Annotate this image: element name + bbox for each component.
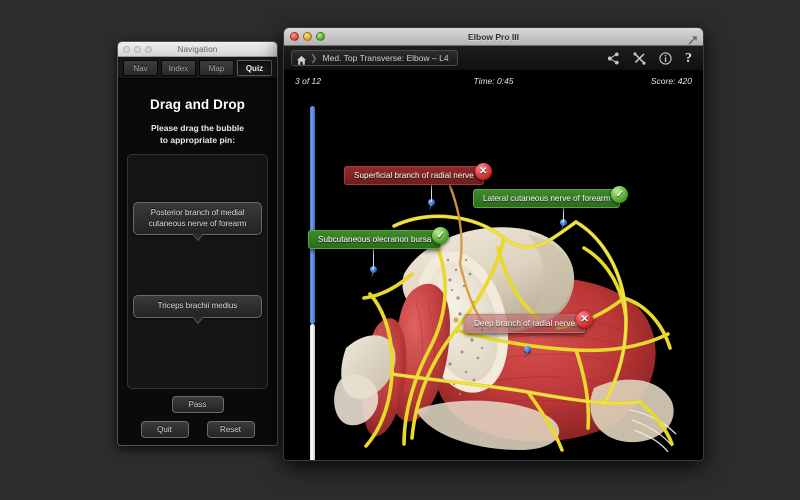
question-counter: 3 of 12 — [295, 76, 321, 86]
pin-marker-4[interactable] — [524, 346, 532, 357]
app-zoom-button[interactable] — [316, 32, 325, 41]
pin-marker-2[interactable] — [560, 219, 568, 230]
quiz-status-bar: 3 of 12 Time: 0:45 Score: 420 — [284, 71, 703, 92]
main-application-window: Elbow Pro III ❯ Med. Top Transverse: Elb… — [283, 27, 704, 461]
app-close-button[interactable] — [290, 32, 299, 41]
draggable-bubble-1[interactable]: Posterior branch of medial cutaneous ner… — [133, 202, 262, 240]
incorrect-badge: ✕ — [576, 311, 594, 328]
navigation-tab-bar: Nav Index Map Quiz — [118, 57, 277, 79]
anatomy-viewport[interactable]: Superficial branch of radial nerve ✕ Lat… — [284, 92, 703, 460]
tab-index[interactable]: Index — [161, 59, 196, 76]
nav-close-button[interactable] — [123, 46, 130, 53]
tools-icon[interactable] — [633, 52, 646, 65]
info-icon[interactable] — [659, 51, 672, 65]
quit-reset-row: Quit Reset — [118, 421, 277, 438]
quiz-heading: Drag and Drop — [149, 97, 246, 112]
answer-label-superficial-branch-radial-nerve[interactable]: Superficial branch of radial nerve ✕ — [344, 163, 492, 185]
breadcrumb-label: Med. Top Transverse: Elbow – L4 — [322, 53, 449, 63]
app-window-title: Elbow Pro III — [467, 31, 519, 42]
toolbar-icon-group: ? — [607, 51, 696, 65]
answer-label-subcutaneous-olecranon-bursa[interactable]: Subcutaneous olecranon bursa ✓ — [308, 227, 450, 249]
bubble-1-tail — [192, 234, 203, 240]
help-icon[interactable]: ? — [685, 51, 692, 65]
answer-label-text: Lateral cutaneous nerve of forearm — [483, 194, 611, 203]
bubble-2-line-1: Triceps brachii medius — [157, 301, 238, 310]
pass-row: Pass — [118, 394, 277, 413]
answer-label-text: Subcutaneous olecranon bursa — [318, 235, 432, 244]
quiz-footer: Pass Quit Reset — [118, 394, 277, 438]
navigation-traffic-lights[interactable] — [123, 46, 152, 53]
pass-button[interactable]: Pass — [171, 396, 224, 413]
app-titlebar[interactable]: Elbow Pro III — [284, 28, 703, 46]
desktop-background: Navigation Nav Index Map Quiz Drag and D… — [0, 0, 800, 500]
quiz-prompt-line-1: Please drag the bubble — [150, 123, 245, 133]
leader-line-1 — [431, 182, 432, 202]
bubble-2-tail — [192, 316, 203, 323]
pin-marker-1[interactable] — [428, 199, 436, 210]
answer-label-text: Superficial branch of radial nerve — [354, 171, 474, 180]
depth-slider[interactable] — [310, 106, 315, 460]
navigation-titlebar[interactable]: Navigation — [118, 42, 277, 57]
draggable-bubble-2[interactable]: Triceps brachii medius — [133, 295, 262, 323]
timer-label: Time: 0:45 — [473, 76, 514, 86]
score-label: Score: 420 — [650, 76, 692, 86]
leader-line-3 — [373, 248, 374, 270]
quit-button[interactable]: Quit — [140, 421, 189, 438]
depth-slider-filled — [310, 106, 315, 324]
incorrect-badge: ✕ — [474, 163, 492, 180]
depth-slider-empty — [310, 324, 315, 460]
answer-label-lateral-cutaneous-nerve-forearm[interactable]: Lateral cutaneous nerve of forearm ✓ — [473, 186, 629, 208]
app-minimize-button[interactable] — [303, 32, 312, 41]
nav-minimize-button[interactable] — [134, 46, 141, 53]
answer-label-text: Deep branch of radial nerve — [474, 319, 576, 328]
breadcrumb-separator: ❯ — [310, 52, 318, 63]
share-icon[interactable] — [607, 52, 620, 65]
pin-marker-3[interactable] — [370, 266, 378, 277]
tab-map[interactable]: Map — [199, 59, 234, 76]
quiz-prompt-line-2: to appropriate pin: — [159, 134, 236, 145]
bubble-1-line-1: Posterior branch of medial — [150, 208, 245, 217]
home-icon[interactable] — [296, 53, 307, 65]
app-traffic-lights[interactable] — [290, 32, 325, 41]
tab-quiz[interactable]: Quiz — [237, 59, 272, 76]
breadcrumb[interactable]: ❯ Med. Top Transverse: Elbow – L4 — [291, 50, 458, 66]
quiz-panel: Drag and Drop Please drag the bubble to … — [118, 79, 277, 445]
tab-nav[interactable]: Nav — [123, 59, 158, 76]
nav-zoom-button[interactable] — [145, 46, 152, 53]
app-toolbar: ❯ Med. Top Transverse: Elbow – L4 ? — [284, 46, 703, 71]
navigation-window: Navigation Nav Index Map Quiz Drag and D… — [117, 41, 278, 446]
navigation-window-title: Navigation — [177, 44, 218, 54]
answer-label-deep-branch-radial-nerve[interactable]: Deep branch of radial nerve ✕ — [464, 311, 594, 333]
quiz-prompt: Please drag the bubble to appropriate pi… — [127, 123, 268, 146]
fullscreen-icon[interactable] — [688, 32, 697, 45]
quiz-bubble-well[interactable]: Posterior branch of medial cutaneous ner… — [127, 154, 268, 389]
reset-button[interactable]: Reset — [206, 421, 255, 438]
bubble-1-line-2: cutaneous nerve of forearm — [148, 218, 247, 228]
